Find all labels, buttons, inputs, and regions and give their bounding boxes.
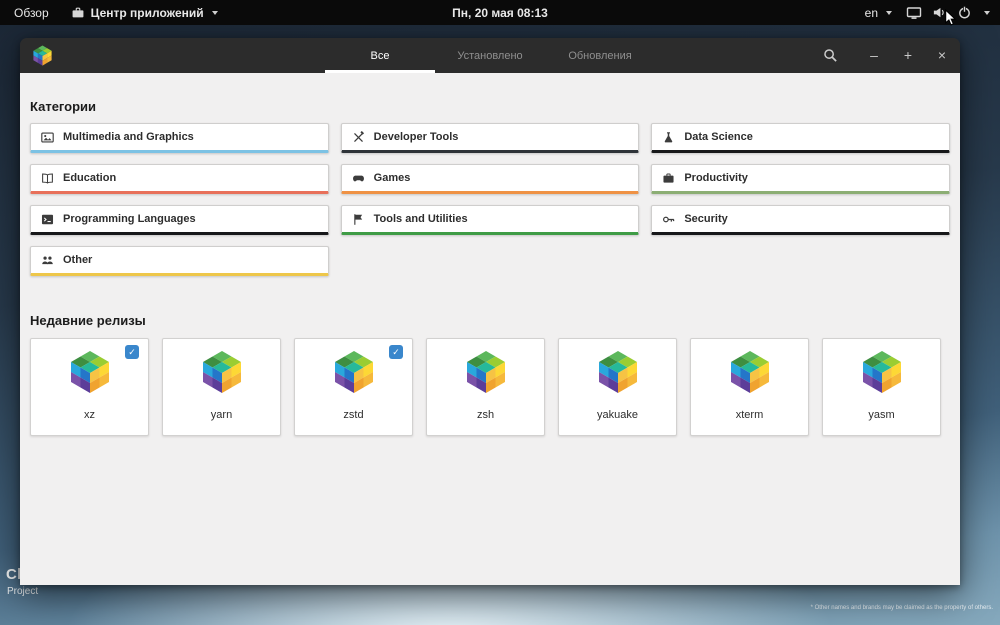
header-bar: Все Установлено Обновления – + × (20, 38, 960, 73)
category-label: Games (373, 172, 411, 184)
category-label: Security (684, 213, 728, 225)
main-content: Категории Multimedia and Graphics Develo… (20, 73, 960, 585)
categories-grid: Multimedia and Graphics Developer Tools … (30, 123, 950, 276)
app-card-zsh[interactable]: zsh (426, 338, 545, 436)
programming-icon (41, 213, 54, 226)
software-center-window: Все Установлено Обновления – + × Категор… (20, 38, 960, 585)
update-check-badge: ✓ (389, 345, 403, 359)
dropdown-caret-icon (211, 10, 218, 15)
app-name: yakuake (597, 409, 638, 421)
category-games[interactable]: Games (340, 164, 640, 194)
category-label: Developer Tools (373, 131, 459, 143)
mouse-cursor (944, 8, 958, 32)
update-check-badge: ✓ (125, 345, 139, 359)
app-name: xterm (735, 409, 764, 421)
package-cube-icon (594, 348, 642, 401)
other-icon (41, 254, 54, 267)
categories-title: Категории (30, 99, 97, 114)
keyboard-layout-button[interactable]: en (861, 0, 896, 25)
app-name: zstd (343, 409, 364, 421)
tab-updates[interactable]: Обновления (545, 38, 655, 73)
education-icon (41, 172, 54, 185)
category-label: Other (63, 254, 93, 266)
category-security[interactable]: Security (651, 205, 950, 235)
category-label: Education (63, 172, 117, 184)
package-cube-icon (462, 348, 510, 401)
package-cube-icon (330, 348, 378, 401)
minimize-button[interactable]: – (866, 38, 882, 73)
games-icon (352, 172, 365, 185)
app-card-yakuake[interactable]: yakuake (558, 338, 677, 436)
tools-icon (352, 213, 365, 226)
keyboard-layout-label: en (864, 5, 878, 20)
category-tools-and-utilities[interactable]: Tools and Utilities (340, 205, 640, 235)
category-developer-tools[interactable]: Developer Tools (340, 123, 640, 153)
view-tabs: Все Установлено Обновления (325, 38, 655, 73)
category-other[interactable]: Other (30, 246, 329, 276)
productivity-icon (662, 172, 675, 185)
app-name: yarn (210, 409, 233, 421)
clock[interactable]: Пн, 20 мая 08:13 (452, 6, 548, 20)
dropdown-caret-icon (886, 10, 892, 15)
app-name: zsh (476, 409, 495, 421)
category-data-science[interactable]: Data Science (651, 123, 950, 153)
app-card-xz[interactable]: ✓ xz (30, 338, 149, 436)
category-label: Data Science (684, 131, 753, 143)
app-name: xz (84, 409, 95, 421)
power-icon[interactable] (957, 5, 972, 20)
category-label: Tools and Utilities (373, 213, 468, 225)
data-science-icon (662, 131, 675, 144)
tab-installed[interactable]: Установлено (435, 38, 545, 73)
system-menu-caret-icon[interactable] (984, 10, 990, 15)
app-menu-button[interactable]: Центр приложений (67, 0, 222, 25)
maximize-button[interactable]: + (900, 38, 916, 73)
recent-apps-row: ✓ xz yarn ✓ zstd zsh yakuake xterm yasm (30, 338, 950, 436)
app-card-zstd[interactable]: ✓ zstd (294, 338, 413, 436)
package-cube-icon (858, 348, 906, 401)
category-label: Programming Languages (63, 213, 196, 225)
app-card-yarn[interactable]: yarn (162, 338, 281, 436)
multimedia-icon (41, 131, 54, 144)
package-cube-icon (198, 348, 246, 401)
app-name: yasm (868, 409, 895, 421)
category-productivity[interactable]: Productivity (651, 164, 950, 194)
overview-label: Обзор (14, 5, 49, 20)
category-label: Productivity (684, 172, 748, 184)
security-icon (662, 213, 675, 226)
package-cube-icon (66, 348, 114, 401)
wallpaper-footnote: * Other names and brands may be claimed … (810, 605, 993, 611)
recent-releases-title: Недавние релизы (30, 313, 146, 328)
category-label: Multimedia and Graphics (63, 131, 194, 143)
app-menu-label: Центр приложений (90, 5, 204, 20)
wallpaper-subtitle: Project (7, 586, 39, 597)
briefcase-icon (71, 6, 85, 20)
developer-tools-icon (352, 130, 365, 144)
category-programming-languages[interactable]: Programming Languages (30, 205, 329, 235)
tab-all[interactable]: Все (325, 38, 435, 73)
search-icon[interactable] (823, 48, 838, 63)
close-button[interactable]: × (934, 38, 950, 73)
app-cube-icon (31, 44, 54, 72)
app-card-xterm[interactable]: xterm (690, 338, 809, 436)
package-cube-icon (726, 348, 774, 401)
display-icon[interactable] (906, 5, 922, 21)
category-multimedia-and-graphics[interactable]: Multimedia and Graphics (30, 123, 329, 153)
app-card-yasm[interactable]: yasm (822, 338, 941, 436)
activities-overview-button[interactable]: Обзор (10, 0, 53, 25)
category-education[interactable]: Education (30, 164, 329, 194)
top-bar: Обзор Центр приложений Пн, 20 мая 08:13 … (0, 0, 1000, 25)
